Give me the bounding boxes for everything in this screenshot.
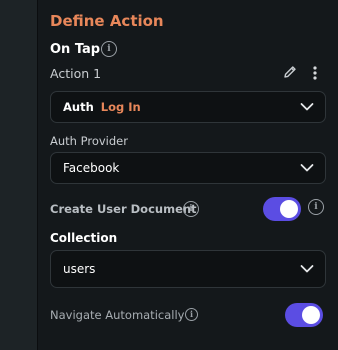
create-user-document-info-icon[interactable]: i xyxy=(183,201,199,217)
collection-select[interactable]: users xyxy=(50,250,326,288)
trigger-label: On Tap xyxy=(50,42,101,57)
chevron-down-icon xyxy=(300,265,314,273)
navigate-automatically-info-icon[interactable]: i xyxy=(185,308,198,321)
navigate-automatically-label: Navigate Automatically xyxy=(50,308,185,322)
auth-provider-label: Auth Provider xyxy=(50,134,128,148)
action-label: Action 1 xyxy=(50,66,102,81)
action-type-select[interactable]: Auth Log In xyxy=(50,91,326,123)
create-user-document-toggle[interactable] xyxy=(263,197,301,221)
action-category: Auth xyxy=(63,100,94,114)
toggle-knob xyxy=(302,306,320,324)
toggle-knob xyxy=(280,200,298,218)
panel-divider xyxy=(37,0,38,350)
navigate-automatically-toggle[interactable] xyxy=(285,303,323,327)
more-vertical-icon[interactable] xyxy=(310,64,320,82)
create-user-document-label: Create User Document xyxy=(50,202,197,216)
auth-provider-value: Facebook xyxy=(63,161,120,175)
auth-provider-select[interactable]: Facebook xyxy=(50,152,326,184)
action-value: Log In xyxy=(100,100,141,114)
edit-icon[interactable] xyxy=(282,64,298,80)
left-sidebar-strip xyxy=(0,0,37,350)
create-user-document-help-icon[interactable]: i xyxy=(308,199,324,215)
chevron-down-icon xyxy=(300,164,314,172)
panel-title: Define Action xyxy=(50,12,164,30)
collection-label: Collection xyxy=(50,231,118,245)
collection-value: users xyxy=(63,262,96,276)
trigger-info-icon[interactable]: i xyxy=(101,41,117,57)
chevron-down-icon xyxy=(300,103,314,111)
